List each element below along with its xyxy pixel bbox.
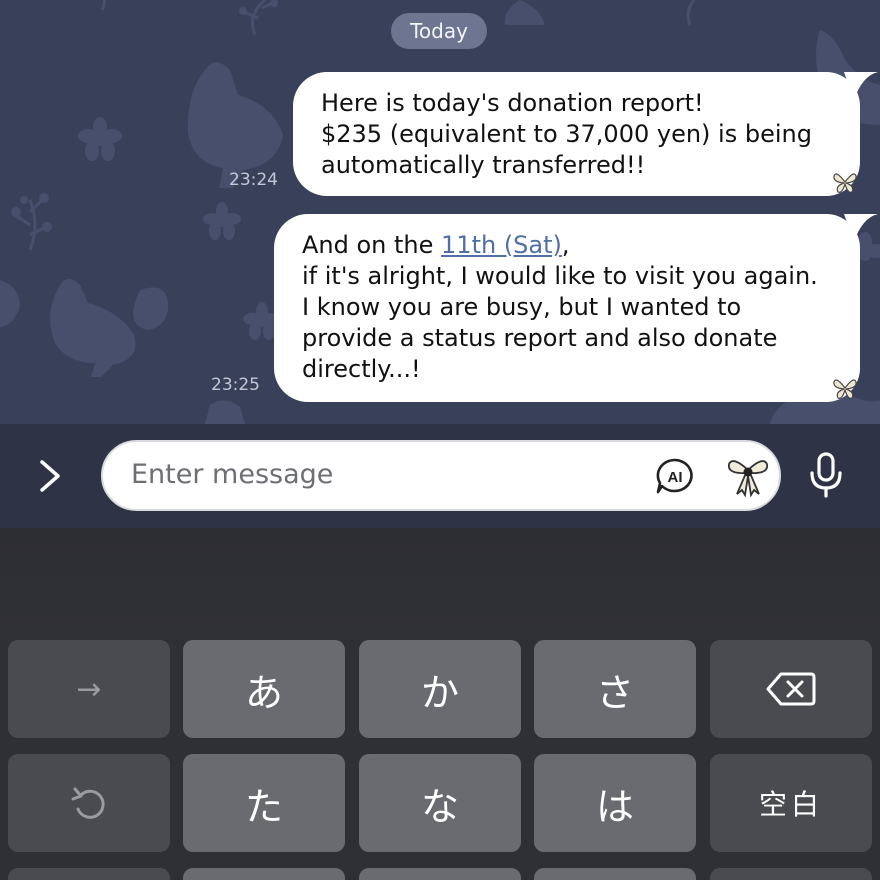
message-text-line: Here is today's donation report! <box>321 89 704 117</box>
kana-key-label: あ <box>244 670 283 715</box>
message-bubble[interactable]: And on the 11th (Sat), if it's alright, … <box>274 214 878 402</box>
message-timestamp: 23:24 <box>229 170 278 190</box>
kana-key-label: さ <box>595 670 634 715</box>
expand-chevron-icon[interactable] <box>32 456 66 496</box>
message-text-line: automatically transferred!! <box>321 151 646 179</box>
message-text-prefix: And on the <box>302 231 442 259</box>
arrow-right-icon: → <box>76 671 102 707</box>
keyboard-key-row3[interactable] <box>183 868 345 880</box>
kana-key-a[interactable]: あ <box>183 640 345 738</box>
message-text-line: if it's alright, I would like to visit y… <box>302 262 818 290</box>
microphone-icon[interactable] <box>806 450 846 500</box>
keyboard-key-row3[interactable] <box>710 868 872 880</box>
undo-icon <box>71 787 105 819</box>
bubble-tail <box>844 214 878 242</box>
message-text-line: provide a status report and also donate <box>302 324 778 352</box>
kana-key-label: な <box>420 784 459 829</box>
bow-sticker-icon[interactable] <box>725 454 771 498</box>
message-text-line: I know you are busy, but I wanted to <box>302 293 742 321</box>
space-key[interactable]: 空白 <box>710 754 872 852</box>
message-text-suffix: , <box>561 231 570 259</box>
kana-key-label: は <box>595 784 634 829</box>
delete-key[interactable] <box>710 640 872 738</box>
ai-icon-label: AI <box>668 469 683 486</box>
butterfly-icon <box>833 173 857 193</box>
keyboard-key-row3[interactable] <box>8 868 170 880</box>
chat-area[interactable]: Today Here is today's donation report! $… <box>0 0 880 424</box>
message-timestamp: 23:25 <box>211 375 260 395</box>
message-text-line: $235 (equivalent to 37,000 yen) is being <box>321 120 812 148</box>
arrow-right-key[interactable]: → <box>8 640 170 738</box>
keyboard-key-row3[interactable] <box>534 868 696 880</box>
space-key-label: 空白 <box>758 788 823 821</box>
butterfly-icon <box>833 379 857 399</box>
kana-keyboard: → あ か さ た な は 空白 <box>0 528 880 880</box>
message-input-placeholder: Enter message <box>131 459 334 490</box>
message-text-line: directly...! <box>302 355 421 383</box>
keyboard-suggestion-area <box>0 528 880 638</box>
kana-key-ka[interactable]: か <box>359 640 521 738</box>
ai-icon[interactable]: AI <box>653 457 697 495</box>
message-bubble[interactable]: Here is today's donation report! $235 (e… <box>293 72 878 196</box>
date-separator: Today <box>391 13 487 49</box>
message-input[interactable]: Enter message AI <box>101 440 781 511</box>
undo-key[interactable] <box>8 754 170 852</box>
kana-key-label: か <box>420 670 459 715</box>
keyboard-key-row3[interactable] <box>359 868 521 880</box>
date-link[interactable]: 11th (Sat) <box>441 231 562 259</box>
kana-key-sa[interactable]: さ <box>534 640 696 738</box>
kana-key-label: た <box>244 784 283 829</box>
kana-key-ta[interactable]: た <box>183 754 345 852</box>
backspace-icon <box>766 672 816 706</box>
bubble-tail <box>844 72 878 100</box>
message-text-line: And on the 11th (Sat), <box>302 230 842 261</box>
kana-key-ha[interactable]: は <box>534 754 696 852</box>
kana-key-na[interactable]: な <box>359 754 521 852</box>
